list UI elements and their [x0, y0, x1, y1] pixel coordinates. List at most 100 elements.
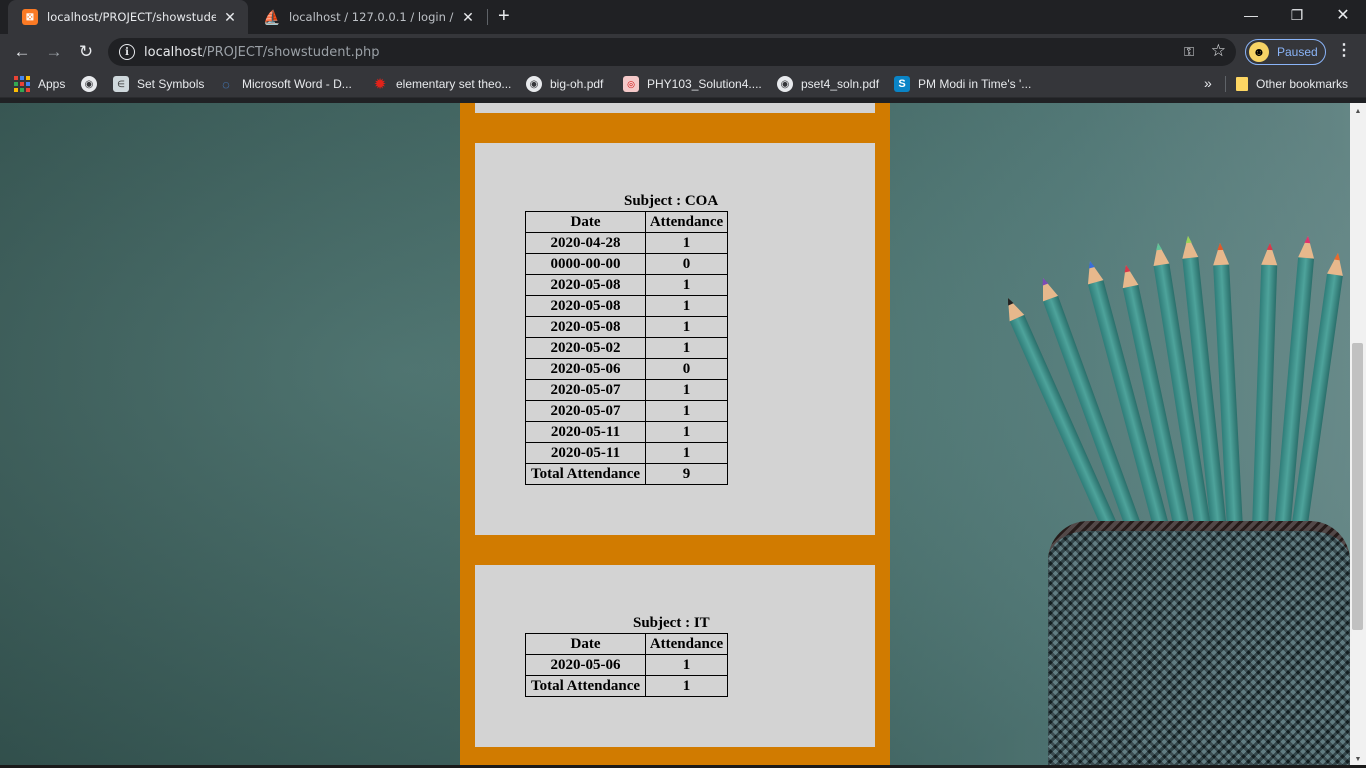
window-close-button[interactable]: ✕	[1320, 0, 1366, 30]
s-logo-icon: S	[894, 76, 910, 92]
total-row: Total Attendance 1	[525, 675, 728, 697]
table-row: 2020-05-08 1	[525, 295, 728, 317]
new-tab-button[interactable]: +	[498, 6, 510, 26]
globe-icon: ◉	[81, 76, 97, 92]
date-cell: 0000-00-00	[525, 253, 646, 275]
attendance-cell: 0	[645, 358, 728, 380]
date-cell: 2020-05-02	[525, 337, 646, 359]
attendance-cell: 0	[645, 253, 728, 275]
apps-icon	[14, 76, 30, 92]
date-cell: 2020-05-06	[525, 654, 646, 676]
date-cell: 2020-05-11	[525, 442, 646, 464]
date-cell: 2020-05-07	[525, 400, 646, 422]
attendance-cell: 1	[645, 274, 728, 296]
address-bar[interactable]: i localhost/PROJECT/showstudent.php ⚿ ☆	[108, 38, 1236, 66]
attendance-cell: 1	[645, 337, 728, 359]
bookmark-word[interactable]: ◌ Microsoft Word - D...	[218, 74, 352, 94]
bookmark-globe[interactable]: ◉	[81, 74, 105, 94]
tab-strip: ⊠ localhost/PROJECT/showstudent.php ✕ ⛵ …	[0, 0, 1366, 34]
attendance-cell: 1	[645, 442, 728, 464]
profile-button[interactable]: ☻ Paused	[1245, 39, 1326, 65]
star-icon[interactable]: ☆	[1211, 41, 1226, 61]
table-header-row: Date Attendance	[525, 211, 728, 233]
date-cell: 2020-04-28	[525, 232, 646, 254]
bookmark-label: Other bookmarks	[1256, 77, 1349, 91]
avatar: ☻	[1249, 42, 1269, 62]
folder-icon	[1236, 77, 1248, 91]
table-row: 2020-05-06 0	[525, 358, 728, 380]
bookmark-label: pset4_soln.pdf	[801, 77, 880, 91]
table-row: 2020-05-11 1	[525, 421, 728, 443]
total-row: Total Attendance 9	[525, 463, 728, 485]
key-icon[interactable]: ⚿	[1184, 44, 1194, 60]
back-button[interactable]: ←	[8, 38, 36, 66]
page-viewport: Subject : COA Date Attendance 2020-04-28…	[0, 103, 1366, 768]
site-info-icon[interactable]: i	[119, 44, 135, 60]
date-cell: 2020-05-08	[525, 274, 646, 296]
date-cell: 2020-05-11	[525, 421, 646, 443]
menu-icon[interactable]: ⋮	[1336, 40, 1352, 60]
column-header-date: Date	[525, 211, 646, 233]
gear-icon: ✹	[373, 76, 387, 93]
bookmark-big-oh[interactable]: ◉ big-oh.pdf	[526, 74, 603, 94]
tab-phpmyadmin[interactable]: ⛵ localhost / 127.0.0.1 / login / studen…	[250, 0, 486, 34]
close-icon[interactable]: ✕	[222, 9, 238, 26]
bookmark-other[interactable]: Other bookmarks	[1236, 74, 1348, 94]
globe-icon: ◉	[526, 76, 542, 92]
attendance-cell: 1	[645, 295, 728, 317]
bookmark-set-symbols[interactable]: ∈ Set Symbols	[113, 74, 204, 94]
total-label: Total Attendance	[525, 675, 646, 697]
table-row: 2020-05-08 1	[525, 316, 728, 338]
table-row: 2020-05-07 1	[525, 379, 728, 401]
attendance-cell: 1	[645, 316, 728, 338]
attendance-table: Date Attendance 2020-04-28 1 0000-00-00 0 …	[525, 211, 728, 485]
attendance-cell: 1	[645, 400, 728, 422]
bookmark-apps[interactable]: Apps	[14, 74, 65, 94]
subject-title: Subject : COA	[624, 193, 719, 209]
xampp-icon: ⊠	[22, 9, 38, 25]
profile-status: Paused	[1277, 45, 1318, 59]
reload-button[interactable]: ↻	[72, 38, 100, 66]
forward-button[interactable]: →	[40, 38, 68, 66]
url-host: localhost	[144, 44, 203, 60]
tab-title: localhost / 127.0.0.1 / login / student	[289, 10, 454, 24]
tab-separator	[487, 9, 488, 25]
bookmark-pm-modi[interactable]: S PM Modi in Time's '...	[894, 74, 1031, 94]
bookmark-label: Set Symbols	[137, 77, 205, 91]
bookmark-label: elementary set theo...	[396, 77, 512, 91]
bookmark-pset4[interactable]: ◉ pset4_soln.pdf	[777, 74, 879, 94]
bookmark-set-theory[interactable]: ✹ elementary set theo...	[372, 74, 512, 94]
bookmarks-bar: Apps ◉ ∈ Set Symbols ◌ Microsoft Word - …	[0, 70, 1366, 98]
total-value: 1	[645, 675, 728, 697]
bookmark-label: big-oh.pdf	[550, 77, 604, 91]
table-row: 2020-05-11 1	[525, 442, 728, 464]
scroll-up-icon[interactable]: ▲	[1350, 105, 1366, 119]
tab-showstudent[interactable]: ⊠ localhost/PROJECT/showstudent.php ✕	[8, 0, 248, 34]
bookmark-label: PM Modi in Time's '...	[918, 77, 1032, 91]
attendance-cell: 1	[645, 421, 728, 443]
previous-card	[475, 103, 875, 113]
restore-button[interactable]: ❐	[1274, 0, 1320, 30]
chevron-right-icon[interactable]: »	[1204, 75, 1212, 91]
attendance-cell: 1	[645, 654, 728, 676]
minimize-button[interactable]: —	[1228, 0, 1274, 30]
set-symbols-icon: ∈	[113, 76, 129, 92]
toolbar: ← → ↻ i localhost/PROJECT/showstudent.ph…	[0, 34, 1366, 70]
date-cell: 2020-05-06	[525, 358, 646, 380]
column-header-date: Date	[525, 633, 646, 655]
attendance-cell: 1	[645, 232, 728, 254]
column-header-attendance: Attendance	[645, 633, 728, 655]
total-value: 9	[645, 463, 728, 485]
bookmark-separator	[1225, 76, 1226, 92]
table-header-row: Date Attendance	[525, 633, 728, 655]
url-path: /PROJECT/showstudent.php	[202, 44, 380, 60]
address-url[interactable]: localhost/PROJECT/showstudent.php	[144, 45, 379, 60]
close-icon[interactable]: ✕	[460, 9, 476, 26]
scrollbar-thumb[interactable]	[1352, 343, 1363, 630]
pdf-icon: ◎	[623, 76, 639, 92]
table-row: 2020-04-28 1	[525, 232, 728, 254]
table-row: 2020-05-06 1	[525, 654, 728, 676]
bookmark-phy103[interactable]: ◎ PHY103_Solution4....	[623, 74, 762, 94]
date-cell: 2020-05-08	[525, 316, 646, 338]
table-row: 2020-05-08 1	[525, 274, 728, 296]
